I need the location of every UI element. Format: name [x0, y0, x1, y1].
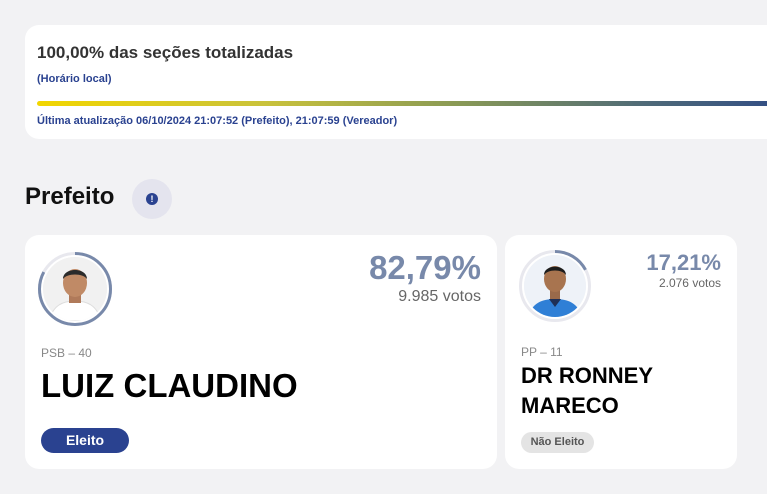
person-avatar-icon: [524, 255, 586, 317]
info-icon: !: [146, 193, 158, 205]
status-badge: Não Eleito: [521, 432, 594, 453]
person-avatar-icon: [43, 257, 107, 321]
vote-count: 2.076 votos: [658, 276, 721, 290]
last-update-text: Última atualização 06/10/2024 21:07:52 (…: [37, 115, 398, 127]
vote-percentage: 82,79%: [369, 249, 481, 286]
candidate-photo: [524, 255, 586, 317]
candidate-photo: [43, 257, 107, 321]
candidate-card-dr-ronney-mareco[interactable]: 17,21% 2.076 votos PP – 11 DR RONNEY MAR…: [505, 235, 737, 469]
candidate-name: LUIZ CLAUDINO: [41, 367, 298, 404]
vote-count: 9.985 votos: [398, 288, 481, 305]
local-time-note: (Horário local): [37, 73, 112, 85]
party-number: PP – 11: [521, 345, 563, 359]
info-button[interactable]: !: [132, 179, 172, 219]
totalization-status-card: 100,00% das seções totalizadas (Horário …: [25, 25, 767, 139]
candidate-card-luiz-claudino[interactable]: 82,79% 9.985 votos PSB – 40 LUIZ CLAUDIN…: [25, 235, 497, 469]
candidate-name-line-1: DR RONNEY: [521, 363, 654, 388]
totalization-title: 100,00% das seções totalizadas: [37, 43, 294, 62]
totalization-progress-bar: [37, 101, 767, 106]
section-title: Prefeito: [25, 183, 115, 210]
candidate-name-line-2: MARECO: [521, 393, 619, 418]
vote-percentage: 17,21%: [646, 250, 721, 275]
party-number: PSB – 40: [41, 346, 92, 360]
status-badge: Eleito: [41, 428, 129, 453]
